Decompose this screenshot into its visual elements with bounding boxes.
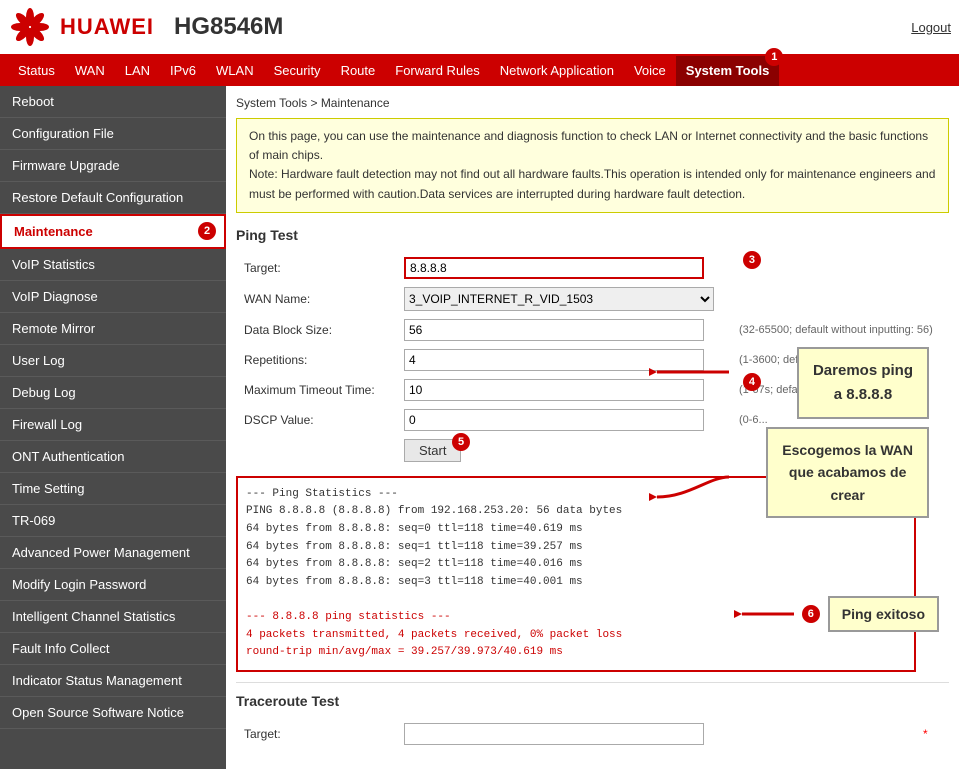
sidebar-item-debug-log[interactable]: Debug Log [0,377,226,409]
nav-route[interactable]: Route [331,56,386,86]
sidebar-item-voip-diagnose[interactable]: VoIP Diagnose [0,281,226,313]
nav-bar: Status WAN LAN IPv6 WLAN Security Route … [0,56,959,86]
nav-system-tools[interactable]: System Tools 1 [676,56,780,86]
logo-area: HUAWEI [8,5,154,49]
sidebar-item-modify-login[interactable]: Modify Login Password [0,569,226,601]
header: HUAWEI HG8546M Logout [0,0,959,56]
repetitions-cell [396,345,735,375]
badge-2: 2 [198,222,216,240]
badge-5: 5 [452,433,470,451]
table-row: Target: * [236,719,949,749]
nav-security[interactable]: Security [264,56,331,86]
table-row: WAN Name: 3_VOIP_INTERNET_R_VID_1503 [236,283,949,315]
sidebar-item-remote-mirror[interactable]: Remote Mirror [0,313,226,345]
sidebar-item-maintenance[interactable]: Maintenance 2 [0,214,226,249]
callout-ping-exitoso: Ping exitoso [828,596,939,632]
sidebar-item-ont-auth[interactable]: ONT Authentication [0,441,226,473]
trace-target-label: Target: [236,719,396,749]
wan-name-select[interactable]: 3_VOIP_INTERNET_R_VID_1503 [404,287,714,311]
start-cell: Start 5 [396,435,735,466]
start-label [236,435,396,466]
ping-section-title: Ping Test [236,227,949,243]
target-label: Target: [236,253,396,283]
logout-button[interactable]: Logout [911,20,951,35]
nav-network-application[interactable]: Network Application [490,56,624,86]
wan-name-cell: 3_VOIP_INTERNET_R_VID_1503 [396,283,735,315]
badge-3: 3 [743,251,761,269]
trace-target-cell [396,719,915,749]
brand-label: HUAWEI [60,14,154,40]
badge-1: 1 [765,48,783,66]
sidebar-item-firmware-upgrade[interactable]: Firmware Upgrade [0,150,226,182]
target-hint [735,253,949,283]
huawei-logo-icon [8,5,52,49]
sidebar-item-fault-info[interactable]: Fault Info Collect [0,633,226,665]
data-block-size-cell [396,315,735,345]
wan-name-label: WAN Name: [236,283,396,315]
nav-forward-rules[interactable]: Forward Rules [385,56,490,86]
data-block-size-label: Data Block Size: [236,315,396,345]
sidebar-item-configuration-file[interactable]: Configuration File [0,118,226,150]
ping-test-section: Ping Test Target: 3 WAN Name: 3_VOIP [236,227,949,672]
timeout-label: Maximum Timeout Time: [236,375,396,405]
traceroute-form: Target: * [236,719,949,749]
callout-ping-target: Daremos pinga 8.8.8.8 [797,347,929,419]
ping-success-annotation: 6 Ping exitoso [734,596,939,632]
arrow-left-icon [734,599,794,629]
sidebar-item-advanced-power[interactable]: Advanced Power Management [0,537,226,569]
traceroute-title: Traceroute Test [236,693,949,709]
target-input[interactable] [404,257,704,279]
breadcrumb: System Tools > Maintenance [236,96,949,110]
main-layout: Reboot Configuration File Firmware Upgra… [0,86,959,769]
sidebar-item-indicator-status[interactable]: Indicator Status Management [0,665,226,697]
sidebar-item-open-source[interactable]: Open Source Software Notice [0,697,226,729]
nav-lan[interactable]: LAN [115,56,160,86]
sidebar-item-firewall-log[interactable]: Firewall Log [0,409,226,441]
nav-wlan[interactable]: WLAN [206,56,264,86]
badge-4: 4 [743,373,761,391]
device-title: HG8546M [174,13,911,41]
table-row: Data Block Size: (32-65500; default with… [236,315,949,345]
sidebar-item-tr069[interactable]: TR-069 [0,505,226,537]
target-cell: 3 [396,253,735,283]
callout-wan: Escogemos la WANque acabamos decrear [766,427,929,518]
repetitions-label: Repetitions: [236,345,396,375]
nav-ipv6[interactable]: IPv6 [160,56,206,86]
content-area: System Tools > Maintenance On this page,… [226,86,959,769]
sidebar-item-restore-default[interactable]: Restore Default Configuration [0,182,226,214]
info-box: On this page, you can use the maintenanc… [236,118,949,213]
sidebar-item-reboot[interactable]: Reboot [0,86,226,118]
ping-stats: --- 8.8.8.8 ping statistics --- 4 packet… [246,611,622,658]
traceroute-target-input[interactable] [404,723,704,745]
dscp-input[interactable] [404,409,704,431]
repetitions-input[interactable] [404,349,704,371]
sidebar-item-voip-statistics[interactable]: VoIP Statistics [0,249,226,281]
sidebar-item-intelligent-channel[interactable]: Intelligent Channel Statistics [0,601,226,633]
dscp-cell [396,405,735,435]
badge-6: 6 [802,605,820,623]
sidebar: Reboot Configuration File Firmware Upgra… [0,86,226,769]
nav-wan[interactable]: WAN [65,56,115,86]
sidebar-item-time-setting[interactable]: Time Setting [0,473,226,505]
sidebar-item-user-log[interactable]: User Log [0,345,226,377]
nav-voice[interactable]: Voice [624,56,676,86]
data-block-size-input[interactable] [404,319,704,341]
timeout-cell: 4 [396,375,735,405]
data-block-hint: (32-65500; default without inputting: 56… [735,315,949,345]
nav-status[interactable]: Status [8,56,65,86]
traceroute-section: Traceroute Test Target: * [236,682,949,749]
trace-required-star: * [915,719,949,749]
wan-hint [735,283,949,315]
timeout-input[interactable] [404,379,704,401]
dscp-label: DSCP Value: [236,405,396,435]
table-row: Target: 3 [236,253,949,283]
